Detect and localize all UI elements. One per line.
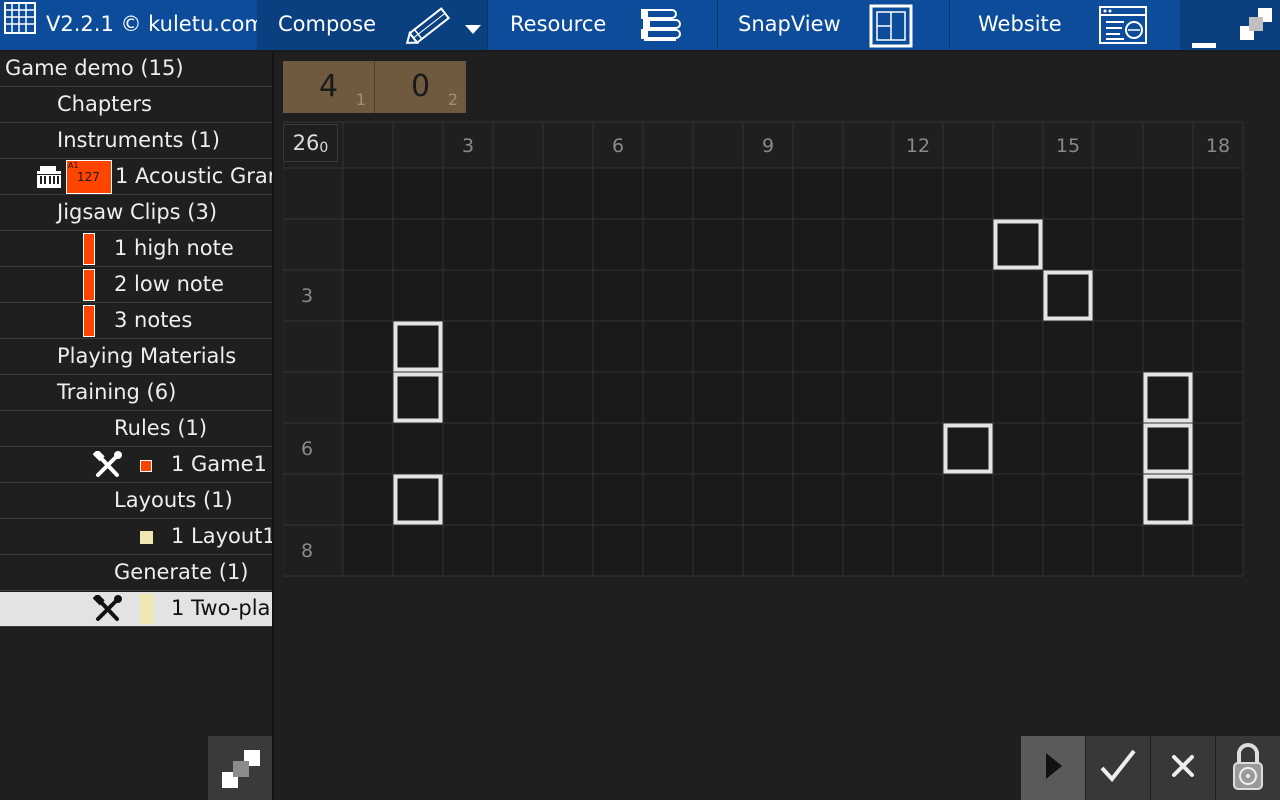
close-icon: [1169, 752, 1197, 784]
tools-icon: [92, 593, 123, 626]
play-icon: [1042, 751, 1064, 785]
tree-label: 1 Layout1: [171, 524, 272, 548]
score-player-index: 2: [447, 90, 458, 109]
badge-tag: A1: [68, 161, 79, 170]
tree-instrument-item[interactable]: A1 127 1 Acoustic Gran: [0, 160, 272, 195]
piano-icon: [34, 162, 64, 194]
tools-icon: [92, 449, 123, 482]
project-tree: Game demo (15) Chapters Instruments (1) …: [0, 52, 272, 800]
website-menu[interactable]: Website: [950, 0, 1180, 50]
website-label: Website: [978, 12, 1062, 36]
confirm-button[interactable]: [1086, 736, 1150, 800]
marked-cell[interactable]: [1043, 270, 1093, 321]
layout-color-swatch: [140, 531, 153, 544]
row-label: 3: [300, 284, 314, 307]
row-label: 6: [300, 437, 314, 460]
marked-cell[interactable]: [1143, 372, 1193, 423]
marked-cell[interactable]: [943, 423, 993, 474]
app-logo-icon[interactable]: [1238, 6, 1274, 46]
generate-color-swatch: [140, 594, 153, 624]
tree-rule-item[interactable]: 1 Game1: [0, 448, 272, 483]
clip-color-swatch: [83, 269, 95, 301]
webpage-icon: [1098, 5, 1148, 49]
tree-label: 2 low note: [114, 272, 224, 296]
tree-chapters[interactable]: Chapters: [0, 88, 272, 123]
mini-logo-button[interactable]: [208, 736, 272, 800]
column-label: 18: [1205, 135, 1231, 157]
check-icon: [1098, 748, 1138, 788]
tree-rules[interactable]: Rules (1): [0, 412, 272, 447]
clip-color-swatch: [83, 233, 95, 265]
score-player-index: 1: [355, 90, 366, 109]
tree-layout-item[interactable]: 1 Layout1: [0, 520, 272, 555]
tree-label: 1 Game1: [171, 452, 267, 476]
instrument-badge: A1 127: [66, 160, 112, 194]
tree-layouts[interactable]: Layouts (1): [0, 484, 272, 519]
marked-cell[interactable]: [993, 219, 1043, 270]
clip-color-swatch: [83, 305, 95, 337]
marked-cell[interactable]: [1143, 474, 1193, 525]
window-controls: [1180, 0, 1280, 50]
marked-cell[interactable]: [393, 321, 443, 372]
tree-game-root[interactable]: Game demo (15): [0, 52, 272, 87]
compose-menu[interactable]: Compose: [257, 0, 487, 50]
badge-value: 127: [77, 170, 100, 184]
column-label: 6: [611, 135, 625, 157]
tree-generate[interactable]: Generate (1): [0, 556, 272, 591]
cancel-button[interactable]: [1151, 736, 1215, 800]
row-label: 8: [300, 539, 314, 562]
tree-label: 3 notes: [114, 308, 193, 332]
tree-label: Layouts (1): [114, 488, 233, 512]
rule-color-swatch: [140, 460, 152, 472]
top-bar: V2.2.1 © kuletu.com Compose Resource Sna…: [0, 0, 1280, 51]
tree-label: Rules (1): [114, 416, 208, 440]
resource-label: Resource: [510, 12, 607, 36]
pencil-icon: [401, 2, 459, 52]
column-label: 9: [761, 135, 775, 157]
tree-generate-item[interactable]: 1 Two-pla: [0, 592, 272, 627]
snapview-menu[interactable]: SnapView: [718, 0, 949, 50]
tree-playing-materials[interactable]: Playing Materials: [0, 340, 272, 375]
tree-label: Generate (1): [114, 560, 249, 584]
tree-instruments[interactable]: Instruments (1): [0, 124, 272, 159]
version-segment: V2.2.1 © kuletu.com: [0, 0, 265, 50]
chevron-down-icon[interactable]: [465, 20, 481, 39]
tree-clip-item[interactable]: 3 notes: [0, 304, 272, 339]
column-label: 15: [1055, 135, 1081, 157]
tree-label: Chapters: [57, 92, 152, 116]
tree-label: Jigsaw Clips (3): [57, 200, 218, 224]
score-cell-player-2[interactable]: 0 2: [375, 61, 466, 113]
tree-label: Playing Materials: [57, 344, 237, 368]
frame-icon: [868, 3, 914, 53]
column-label: 3: [461, 135, 475, 157]
lock-button[interactable]: [1216, 736, 1280, 800]
tree-training[interactable]: Training (6): [0, 376, 272, 411]
tree-label: 1 Acoustic Gran: [115, 164, 272, 188]
tree-label: 1 Two-pla: [171, 596, 271, 620]
tree-label: Game demo (15): [5, 56, 184, 80]
tree-clip-item[interactable]: 2 low note: [0, 268, 272, 303]
snapview-label: SnapView: [738, 12, 841, 36]
score-cell-player-1[interactable]: 4 1: [283, 61, 374, 113]
tree-label: Training (6): [57, 380, 177, 404]
tree-label: Instruments (1): [57, 128, 220, 152]
column-label: 12: [905, 135, 931, 157]
tree-label: 1 high note: [114, 236, 234, 260]
books-icon: [638, 2, 684, 52]
marked-cell[interactable]: [393, 474, 443, 525]
resource-menu[interactable]: Resource: [488, 0, 717, 50]
grid-lines: [283, 121, 1244, 577]
app-logo-icon: [218, 746, 264, 796]
marked-cell[interactable]: [393, 372, 443, 423]
tree-jigsaw-clips[interactable]: Jigsaw Clips (3): [0, 196, 272, 231]
tree-clip-item[interactable]: 1 high note: [0, 232, 272, 267]
marked-cell[interactable]: [1143, 423, 1193, 474]
compose-label: Compose: [278, 12, 377, 36]
version-label: V2.2.1 © kuletu.com: [46, 12, 265, 36]
app-grid-icon[interactable]: [4, 2, 36, 38]
lock-icon: [1230, 741, 1266, 795]
play-button[interactable]: [1021, 736, 1085, 800]
